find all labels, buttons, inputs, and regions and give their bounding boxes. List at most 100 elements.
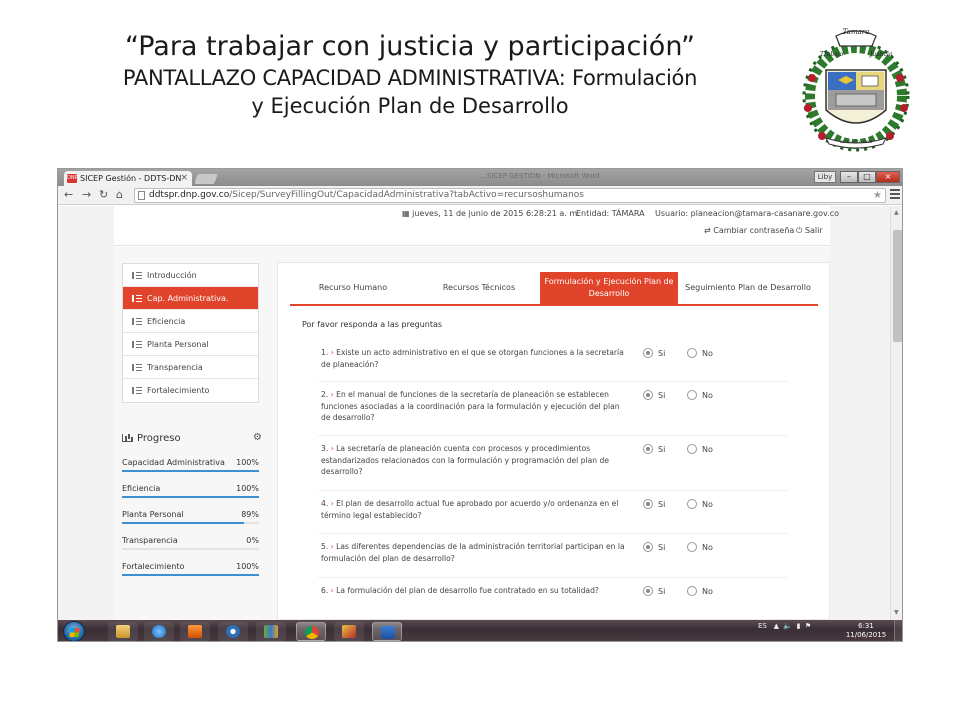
radio-no[interactable] — [687, 542, 697, 552]
seal-date-text: DE AGOSTO 1628 — [840, 140, 872, 144]
answer-no-option[interactable]: No — [687, 444, 713, 455]
page-scrollbar[interactable]: ▲ ▼ — [890, 206, 902, 620]
new-tab-button[interactable] — [194, 174, 218, 184]
power-icon: ⏻ — [796, 226, 803, 235]
forward-arrow-icon[interactable]: → — [82, 188, 91, 202]
radio-yes[interactable] — [643, 444, 653, 454]
progress-value: 89% — [241, 510, 259, 519]
survey-tab[interactable]: Recurso Humano — [290, 272, 416, 304]
answer-yes-option[interactable]: Si — [643, 586, 665, 597]
taskbar-clock[interactable]: 6:31 11/06/2015 — [844, 622, 888, 640]
answer-yes-option[interactable]: Si — [643, 542, 665, 553]
question-body: La secretaría de planeación cuenta con p… — [321, 444, 609, 476]
header-user: Usuario: planeacion@tamara-casanare.gov.… — [655, 209, 839, 218]
address-bar[interactable]: ddtspr.dnp.gov.co/Sicep/SurveyFillingOut… — [134, 188, 886, 203]
radio-yes[interactable] — [643, 390, 653, 400]
chrome-menu-icon[interactable] — [890, 189, 900, 200]
browser-tab-strip: DNP SICEP Gestión - DDTS-DN × ... SICEP … — [58, 169, 902, 186]
answer-no-option[interactable]: No — [687, 499, 713, 510]
answer-no-option[interactable]: No — [687, 390, 713, 401]
survey-panel: Recurso Humano Recursos Técnicos Formulaci… — [277, 262, 830, 620]
survey-tab[interactable]: Formulación y Ejecución Plan de Desarrol… — [540, 272, 678, 304]
answer-yes-option[interactable]: Si — [643, 348, 665, 359]
logout-link[interactable]: ⏻ Salir — [796, 226, 823, 236]
show-desktop-button[interactable] — [894, 620, 902, 641]
radio-no[interactable] — [687, 499, 697, 509]
minimize-button[interactable]: – — [840, 171, 858, 183]
chevron-right-icon: › — [330, 586, 334, 595]
answer-yes-option[interactable]: Si — [643, 390, 665, 401]
question-number: 4. — [321, 499, 329, 508]
browser-tab[interactable]: DNP SICEP Gestión - DDTS-DN × — [64, 171, 192, 186]
reload-icon[interactable]: ↻ — [99, 188, 108, 202]
seal-name-text: Tamara — [843, 28, 870, 36]
answer-yes-option[interactable]: Si — [643, 499, 665, 510]
radio-no[interactable] — [687, 348, 697, 358]
back-arrow-icon[interactable]: ← — [64, 188, 73, 202]
gear-icon[interactable]: ⚙ — [253, 432, 262, 443]
question-divider — [318, 381, 788, 382]
volume-icon[interactable]: 🔈 — [783, 622, 792, 630]
app-taskbar-icon[interactable] — [218, 622, 248, 641]
change-password-link[interactable]: ⇄ Cambiar contraseña — [704, 226, 794, 235]
no-label: No — [702, 543, 713, 552]
chrome-profile-badge[interactable]: Liby — [814, 171, 836, 183]
progress-bar-fill — [122, 496, 259, 498]
header-date: ▦ jueves, 11 de junio de 2015 6:28:21 a.… — [402, 209, 580, 218]
bookmark-star-icon[interactable]: ★ — [873, 189, 882, 202]
home-icon[interactable]: ⌂ — [116, 188, 123, 202]
word-taskbar-icon[interactable] — [372, 622, 402, 641]
radio-no[interactable] — [687, 586, 697, 596]
menu-item[interactable]: Cap. Administrativa. — [123, 287, 258, 310]
survey-tab[interactable]: Seguimiento Plan de Desarrollo — [678, 272, 818, 304]
close-window-button[interactable]: × — [876, 171, 900, 183]
menu-item[interactable]: Eficiencia — [123, 310, 258, 333]
menu-item[interactable]: Transparencia — [123, 356, 258, 379]
maximize-button[interactable]: □ — [858, 171, 876, 183]
calendar-icon: ▦ — [402, 209, 410, 218]
slide-title: “Para trabajar con justicia y participac… — [40, 30, 780, 120]
radio-no[interactable] — [687, 390, 697, 400]
question-number: 6. — [321, 586, 329, 595]
tray-expand-icon[interactable]: ▲ — [774, 622, 779, 630]
language-indicator[interactable]: ES — [758, 622, 767, 630]
sicep-page: ▦ jueves, 11 de junio de 2015 6:28:21 a.… — [114, 206, 839, 620]
progress-label: Capacidad Administrativa — [122, 458, 225, 467]
question-body: En el manual de funciones de la secretar… — [321, 390, 620, 422]
chrome-taskbar-icon[interactable] — [296, 622, 326, 641]
flag-icon[interactable]: ⚑ — [805, 622, 811, 630]
explorer-taskbar-icon[interactable] — [108, 622, 138, 641]
survey-tab[interactable]: Recursos Técnicos — [416, 272, 542, 304]
tab-close-icon[interactable]: × — [180, 171, 188, 186]
menu-item[interactable]: Introducción — [123, 264, 258, 287]
progress-label: Fortalecimiento — [122, 562, 185, 571]
scroll-down-arrow-icon[interactable]: ▼ — [894, 609, 899, 616]
radio-yes[interactable] — [643, 348, 653, 358]
start-button[interactable] — [63, 621, 85, 641]
answer-no-option[interactable]: No — [687, 348, 713, 359]
radio-no[interactable] — [687, 444, 697, 454]
url-host: ddtspr.dnp.gov.co — [149, 190, 230, 200]
scrollbar-thumb[interactable] — [893, 230, 902, 342]
radio-yes[interactable] — [643, 542, 653, 552]
menu-item[interactable]: Planta Personal — [123, 333, 258, 356]
people-taskbar-icon[interactable] — [256, 622, 286, 641]
snipping-tool-taskbar-icon[interactable] — [334, 622, 364, 641]
answer-yes-option[interactable]: Si — [643, 444, 665, 455]
media-player-taskbar-icon[interactable] — [180, 622, 210, 641]
radio-yes[interactable] — [643, 586, 653, 596]
answer-no-option[interactable]: No — [687, 586, 713, 597]
list-icon — [132, 318, 142, 325]
question-divider — [318, 533, 788, 534]
scroll-up-arrow-icon[interactable]: ▲ — [894, 209, 899, 216]
chevron-right-icon: › — [330, 348, 334, 357]
answer-no-option[interactable]: No — [687, 542, 713, 553]
progress-row: Fortalecimiento 100% — [122, 562, 259, 578]
question-number: 3. — [321, 444, 329, 453]
question-divider — [318, 435, 788, 436]
network-icon[interactable]: ▮ — [797, 622, 801, 630]
seal-motto-left: Trabajo — [820, 51, 844, 58]
menu-item[interactable]: Fortalecimiento — [123, 379, 258, 402]
radio-yes[interactable] — [643, 499, 653, 509]
internet-explorer-taskbar-icon[interactable] — [144, 622, 174, 641]
